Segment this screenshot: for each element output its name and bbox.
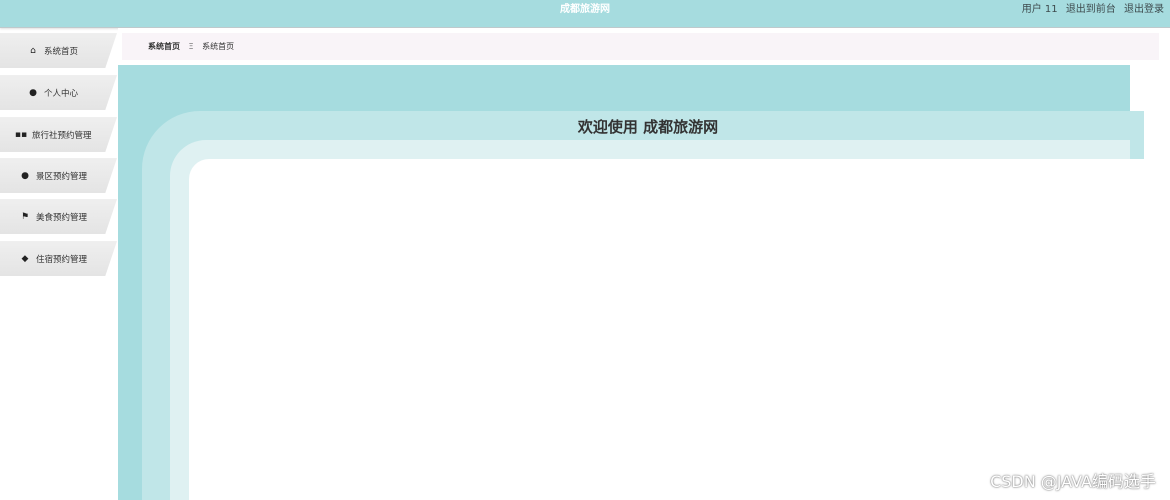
breadcrumb-separator: Ξ	[188, 42, 194, 51]
sidebar-item-label: 系统首页	[44, 46, 79, 57]
sidebar-item-label: 住宿预约管理	[36, 254, 88, 265]
flag-icon: ⚑	[20, 211, 30, 222]
sidebar-item-label: 景区预约管理	[36, 171, 88, 182]
user-icon: ●	[21, 170, 29, 181]
sidebar-item-scenic[interactable]: ● 景区预约管理	[0, 158, 117, 193]
breadcrumb-current: 系统首页	[202, 42, 235, 51]
sidebar-item-food[interactable]: ⚑ 美食预约管理	[0, 199, 117, 234]
breadcrumb: 系统首页 Ξ 系统首页	[122, 33, 1159, 60]
sidebar-item-lodging[interactable]: ◆ 住宿预约管理	[0, 241, 117, 276]
user-icon: ●	[29, 87, 37, 98]
top-header: 成都旅游网 用户 11 退出到前台 退出登录	[0, 0, 1170, 28]
grid-icon: ▪▪	[14, 129, 28, 140]
pin-icon: ◆	[21, 253, 29, 264]
content-card	[189, 159, 1170, 500]
header-user-area: 用户 11 退出到前台 退出登录	[1017, 0, 1164, 20]
sidebar-item-home[interactable]: ⌂ 系统首页	[0, 33, 117, 68]
logout-link[interactable]: 退出登录	[1124, 4, 1164, 15]
welcome-title: 欢迎使用 成都旅游网	[577, 118, 719, 136]
site-title: 成都旅游网	[560, 4, 610, 15]
back-to-front-link[interactable]: 退出到前台	[1066, 4, 1116, 15]
breadcrumb-home[interactable]: 系统首页	[148, 42, 180, 51]
user-label: 用户 11	[1021, 4, 1058, 15]
sidebar-item-travel-agency[interactable]: ▪▪ 旅行社预约管理	[0, 117, 117, 152]
sidebar: ⌂ 系统首页 ● 个人中心 ▪▪ 旅行社预约管理 ● 景区预约管理 ⚑ 美食预约…	[0, 33, 118, 500]
sidebar-item-profile[interactable]: ● 个人中心	[0, 75, 117, 110]
watermark-text: CSDN @JAVA编码选手	[990, 472, 1156, 491]
sidebar-item-label: 旅行社预约管理	[32, 130, 92, 141]
sidebar-item-label: 美食预约管理	[36, 212, 88, 223]
main-content: 系统首页 Ξ 系统首页 欢迎使用 成都旅游网	[118, 28, 1170, 500]
home-icon: ⌂	[30, 45, 36, 56]
sidebar-item-label: 个人中心	[44, 88, 79, 99]
